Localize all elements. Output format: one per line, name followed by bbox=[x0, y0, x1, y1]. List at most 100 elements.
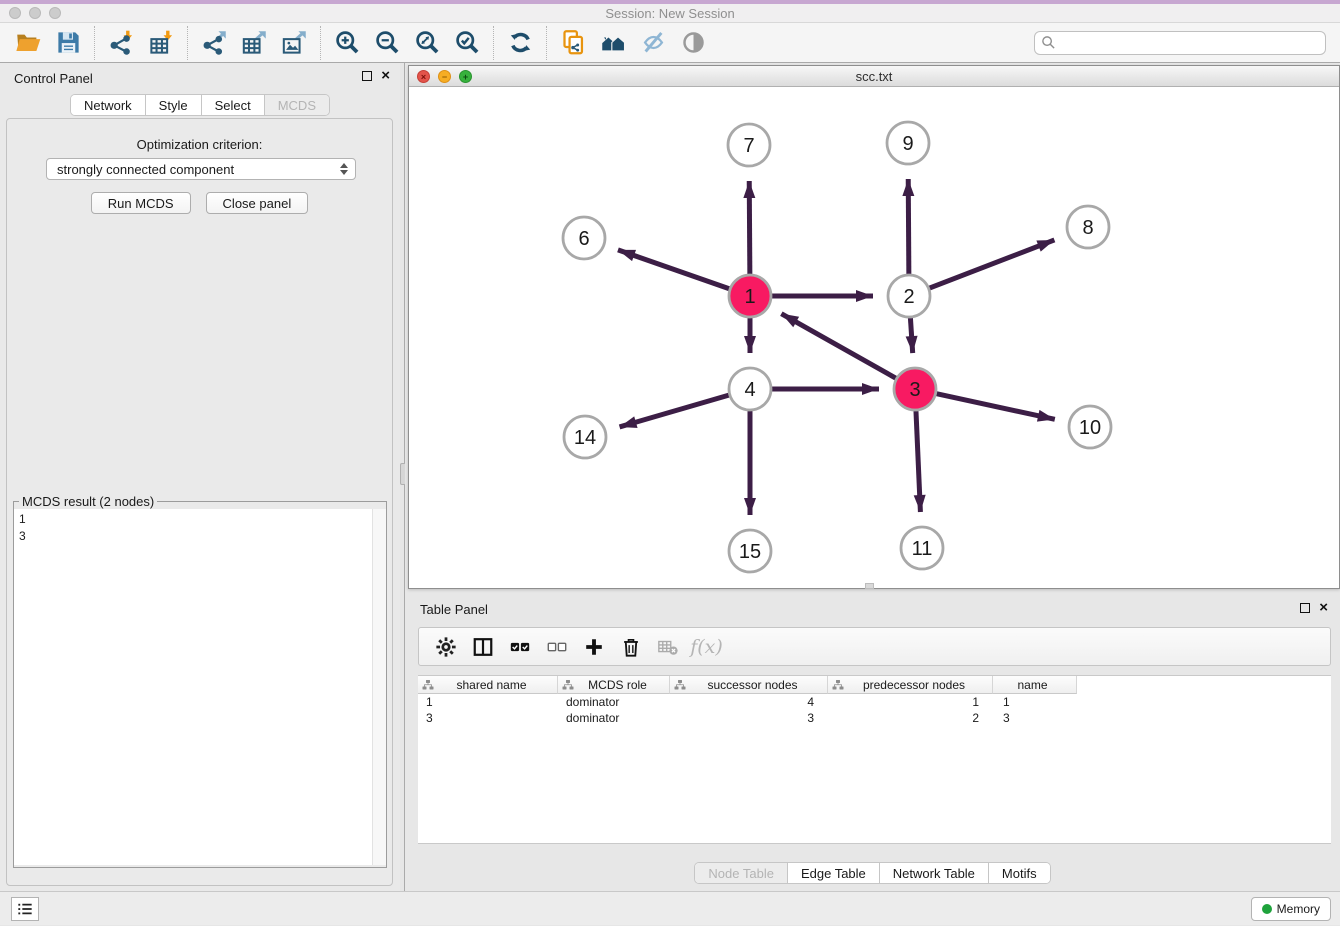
show-columns-button[interactable] bbox=[464, 631, 501, 663]
hierarchy-icon bbox=[422, 679, 434, 691]
deselect-all-button[interactable] bbox=[538, 631, 575, 663]
table-panel-title: Table Panel bbox=[420, 602, 488, 617]
tab-mcds[interactable]: MCDS bbox=[265, 95, 329, 115]
cell-name[interactable]: 1 bbox=[993, 694, 1077, 710]
tab-network[interactable]: Network bbox=[71, 95, 146, 115]
graph-edge-3-11[interactable] bbox=[916, 411, 920, 512]
graph-edge-1-7[interactable] bbox=[749, 181, 750, 274]
column-header-predecessor-nodes[interactable]: predecessor nodes bbox=[828, 676, 993, 694]
cell-mcds-role[interactable]: dominator bbox=[558, 694, 670, 710]
result-line: 1 bbox=[14, 509, 386, 528]
gear-icon bbox=[435, 636, 457, 658]
window-resize-grip[interactable] bbox=[865, 583, 874, 589]
mcds-result-textarea[interactable]: 1 3 bbox=[14, 509, 386, 865]
table-toolbar: f(x) bbox=[418, 627, 1331, 666]
graph-edge-2-8[interactable] bbox=[930, 240, 1055, 288]
toolbar-separator bbox=[94, 26, 95, 60]
criterion-dropdown[interactable]: strongly connected component bbox=[46, 158, 356, 180]
cell-shared-name[interactable]: 3 bbox=[418, 710, 558, 726]
tab-motifs[interactable]: Motifs bbox=[989, 863, 1050, 883]
graph-edge-1-6[interactable] bbox=[618, 250, 729, 289]
table-settings-button[interactable] bbox=[427, 631, 464, 663]
graph-edge-3-1[interactable] bbox=[781, 314, 895, 379]
float-table-panel-icon[interactable] bbox=[1300, 603, 1310, 613]
select-all-button[interactable] bbox=[501, 631, 538, 663]
import-table-button[interactable] bbox=[141, 25, 181, 61]
tab-style[interactable]: Style bbox=[146, 95, 202, 115]
save-session-button[interactable] bbox=[48, 25, 88, 61]
result-line: 3 bbox=[14, 528, 386, 545]
list-icon bbox=[17, 901, 33, 917]
zoom-selected-button[interactable] bbox=[447, 25, 487, 61]
result-scrollbar[interactable] bbox=[372, 509, 386, 865]
task-history-button[interactable] bbox=[11, 897, 39, 921]
graph-node-label: 6 bbox=[578, 228, 589, 250]
export-image-button[interactable] bbox=[274, 25, 314, 61]
graph-edge-3-10[interactable] bbox=[936, 394, 1054, 420]
cell-successor-nodes[interactable]: 4 bbox=[670, 694, 828, 710]
destroy-table-button[interactable] bbox=[649, 631, 686, 663]
network-canvas[interactable]: 7968124314101511 bbox=[409, 87, 1339, 588]
zoom-selected-icon bbox=[454, 29, 481, 56]
cell-name[interactable]: 3 bbox=[993, 710, 1077, 726]
tab-edge-table[interactable]: Edge Table bbox=[788, 863, 880, 883]
graphics-details-button[interactable] bbox=[633, 25, 673, 61]
home-icon bbox=[600, 29, 627, 56]
show-hide-panels-button[interactable] bbox=[673, 25, 713, 61]
tab-node-table[interactable]: Node Table bbox=[695, 863, 788, 883]
control-panel: Control Panel × Network Style Select MCD… bbox=[0, 63, 400, 891]
table-panel-header: Table Panel × bbox=[405, 599, 1340, 621]
zoom-fit-icon bbox=[414, 29, 441, 56]
cell-shared-name[interactable]: 1 bbox=[418, 694, 558, 710]
home-layout-button[interactable] bbox=[593, 25, 633, 61]
cell-successor-nodes[interactable]: 3 bbox=[670, 710, 828, 726]
deselect-all-icon bbox=[546, 636, 568, 658]
open-folder-icon bbox=[15, 29, 42, 56]
column-header-mcds-role[interactable]: MCDS role bbox=[558, 676, 670, 694]
cell-mcds-role[interactable]: dominator bbox=[558, 710, 670, 726]
export-image-icon bbox=[281, 29, 308, 56]
refresh-button[interactable] bbox=[500, 25, 540, 61]
clone-network-button[interactable] bbox=[553, 25, 593, 61]
run-mcds-button[interactable]: Run MCDS bbox=[91, 192, 191, 214]
tab-select[interactable]: Select bbox=[202, 95, 265, 115]
import-network-button[interactable] bbox=[101, 25, 141, 61]
zoom-in-button[interactable] bbox=[327, 25, 367, 61]
cell-predecessor-nodes[interactable]: 2 bbox=[828, 710, 993, 726]
workspace: Control Panel × Network Style Select MCD… bbox=[0, 63, 1340, 891]
delete-column-button[interactable] bbox=[612, 631, 649, 663]
export-table-button[interactable] bbox=[234, 25, 274, 61]
zoom-fit-button[interactable] bbox=[407, 25, 447, 61]
network-window-titlebar[interactable]: × − + scc.txt bbox=[409, 66, 1339, 87]
mcds-result-group: MCDS result (2 nodes) 1 3 bbox=[13, 494, 387, 868]
close-table-panel-icon[interactable]: × bbox=[1319, 602, 1328, 614]
memory-button[interactable]: Memory bbox=[1251, 897, 1331, 921]
tab-network-table[interactable]: Network Table bbox=[880, 863, 989, 883]
graph-edge-4-14[interactable] bbox=[620, 395, 729, 427]
open-session-button[interactable] bbox=[8, 25, 48, 61]
column-header-name[interactable]: name bbox=[993, 676, 1077, 694]
graph-edge-2-3[interactable] bbox=[910, 318, 912, 353]
add-column-button[interactable] bbox=[575, 631, 612, 663]
zoom-out-button[interactable] bbox=[367, 25, 407, 61]
cell-predecessor-nodes[interactable]: 1 bbox=[828, 694, 993, 710]
close-panel-button[interactable]: Close panel bbox=[206, 192, 309, 214]
export-network-button[interactable] bbox=[194, 25, 234, 61]
table-row[interactable]: 3 dominator 3 2 3 bbox=[418, 710, 1331, 726]
table-row[interactable]: 1 dominator 4 1 1 bbox=[418, 694, 1331, 710]
zoom-out-icon bbox=[374, 29, 401, 56]
network-window-title: scc.txt bbox=[409, 69, 1339, 84]
search-input[interactable] bbox=[1034, 31, 1326, 55]
network-graph[interactable]: 7968124314101511 bbox=[409, 87, 1339, 588]
column-header-shared-name[interactable]: shared name bbox=[418, 676, 558, 694]
toolbar-separator bbox=[187, 26, 188, 60]
search-icon bbox=[1041, 35, 1056, 50]
float-panel-icon[interactable] bbox=[362, 71, 372, 81]
search-field[interactable] bbox=[1034, 31, 1326, 55]
close-panel-icon[interactable]: × bbox=[381, 70, 390, 82]
fx-icon: f(x) bbox=[686, 636, 723, 658]
graph-edge-2-9[interactable] bbox=[908, 179, 909, 274]
function-builder-button[interactable]: f(x) bbox=[686, 631, 723, 663]
column-header-successor-nodes[interactable]: successor nodes bbox=[670, 676, 828, 694]
graph-node-label: 2 bbox=[903, 286, 914, 308]
